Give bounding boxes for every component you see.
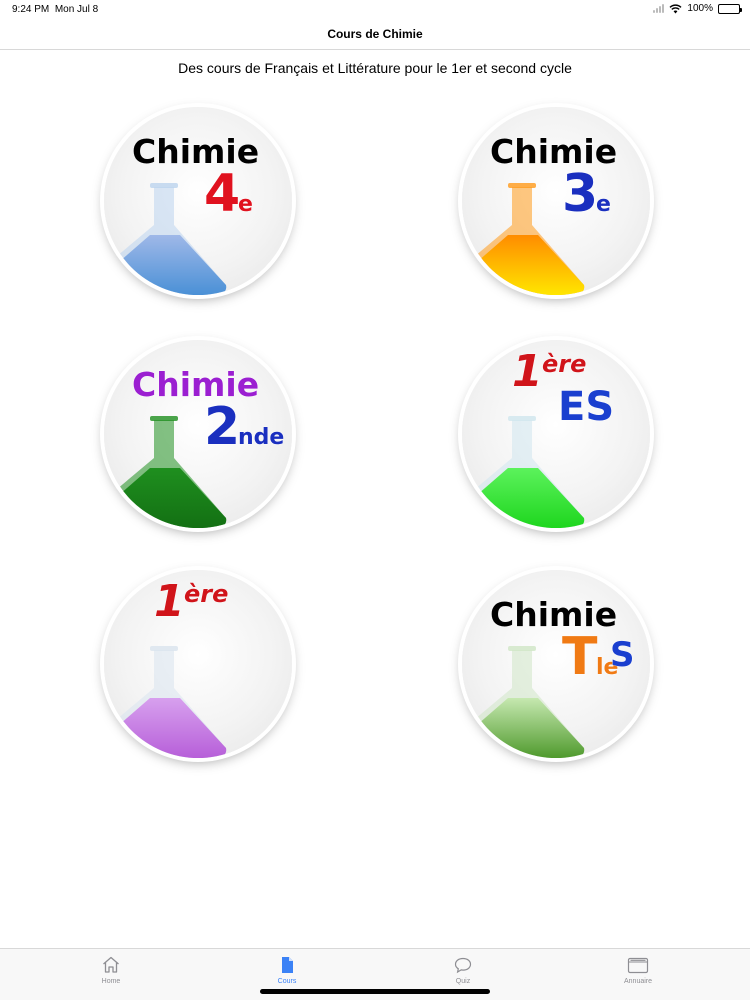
flask-illustration: ChimieTleS	[462, 595, 635, 758]
course-chimie-3e-button[interactable]: Chimie 3 e	[456, 101, 656, 301]
course-badge-image: 1 ère	[104, 570, 292, 758]
flask-illustration: 1 ère	[104, 576, 229, 758]
course-superscript: e	[238, 192, 253, 217]
course-badge-image: Chimie 4 e	[104, 107, 292, 295]
flask-illustration: Chimie3e	[462, 132, 617, 295]
page-title: Cours de Chimie	[327, 27, 423, 41]
flask-illustration: 1 ère ES	[462, 346, 614, 528]
course-level: 2	[204, 397, 240, 457]
status-bar: 9:24 PM Mon Jul 8 100%	[0, 0, 750, 20]
house-icon	[103, 956, 119, 973]
course-chimie-4e-button[interactable]: Chimie 4 e	[98, 101, 298, 301]
course-level: 4	[204, 164, 240, 224]
course-superscript: nde	[238, 425, 284, 450]
page-subtitle: Des cours de Français et Littérature pou…	[178, 60, 572, 76]
tab-label: Annuaire	[623, 978, 653, 985]
course-number: 1	[512, 346, 543, 397]
speech-bubble-icon	[454, 957, 472, 974]
battery-icon	[718, 3, 742, 14]
course-badge-image: Chimie 2 nde	[104, 340, 292, 528]
course-word: Chimie	[490, 595, 617, 634]
course-level-suffix: S	[610, 635, 635, 675]
tab-label: Quiz	[455, 978, 471, 985]
course-level: ES	[558, 384, 614, 430]
flask-illustration: Chimie4e	[104, 132, 259, 295]
tab-annuaire[interactable]: Annuaire	[598, 955, 678, 985]
course-superscript: ère	[542, 350, 586, 378]
flask-illustration: Chimie2nde	[104, 365, 285, 528]
course-badge-image: Chimie Tle S	[462, 570, 650, 758]
course-number: 1	[154, 576, 185, 627]
document-icon	[282, 957, 293, 973]
course-level: T	[562, 627, 598, 687]
tab-cours[interactable]: Cours	[247, 955, 327, 985]
course-1ere-button[interactable]: 1 ère	[98, 564, 298, 764]
course-badge-image: 1 ère ES	[462, 340, 650, 528]
course-level: 3	[562, 164, 598, 224]
tab-label: Home	[101, 978, 121, 985]
course-chimie-tles-button[interactable]: Chimie Tle S	[456, 564, 656, 764]
navigation-bar: Cours de Chimie	[0, 20, 750, 50]
tab-label: Cours	[277, 978, 297, 985]
wifi-icon	[669, 3, 682, 13]
cellular-signal-icon	[653, 4, 665, 13]
course-badge-image: Chimie 3 e	[462, 107, 650, 295]
tab-home[interactable]: Home	[71, 955, 151, 985]
status-indicators: 100%	[653, 3, 742, 14]
course-chimie-2nde-button[interactable]: Chimie 2 nde	[98, 334, 298, 534]
battery-percent: 100%	[687, 3, 713, 14]
course-1ere-es-button[interactable]: 1 ère ES	[456, 334, 656, 534]
status-time: 9:24 PM Mon Jul 8	[12, 4, 99, 15]
home-indicator	[260, 989, 490, 994]
course-superscript: e	[596, 192, 611, 217]
course-superscript: ère	[184, 580, 228, 608]
folder-icon	[627, 957, 649, 974]
tab-quiz[interactable]: Quiz	[423, 955, 503, 985]
